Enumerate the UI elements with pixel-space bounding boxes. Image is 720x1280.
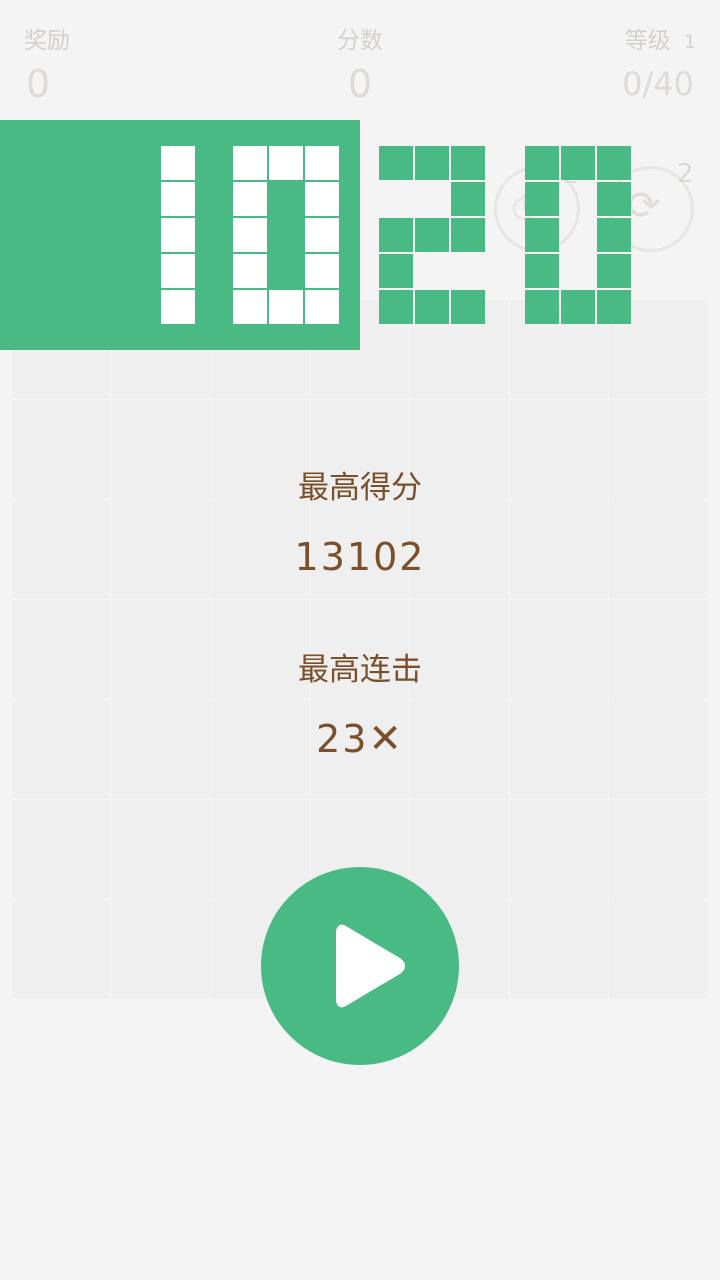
logo-pixel xyxy=(161,290,195,324)
logo-pixel xyxy=(233,218,267,252)
combo-multiplier-icon: ✕ xyxy=(368,716,404,762)
board-cell xyxy=(509,900,608,998)
logo-pixel xyxy=(451,182,485,216)
logo-pixel xyxy=(379,290,413,324)
logo-pixel xyxy=(451,290,485,324)
logo-pixel xyxy=(525,182,559,216)
logo-pixel xyxy=(415,146,449,180)
logo-pixel xyxy=(233,146,267,180)
play-button[interactable] xyxy=(261,867,459,1065)
logo-pixel xyxy=(597,290,631,324)
board-cell xyxy=(111,900,210,998)
logo-pixel xyxy=(379,146,413,180)
logo-pixel xyxy=(379,254,413,288)
best-combo-label: 最高连击 xyxy=(298,652,422,688)
board-cell xyxy=(609,900,707,998)
logo-pixel xyxy=(525,290,559,324)
logo-pixel xyxy=(305,254,339,288)
logo-pixel xyxy=(597,254,631,288)
board-cell xyxy=(509,800,608,898)
board-cell xyxy=(12,800,110,898)
best-combo-value: 23✕ xyxy=(0,716,720,762)
board-cell xyxy=(609,800,707,898)
logo-pixel xyxy=(415,290,449,324)
logo-pixel xyxy=(597,182,631,216)
logo-pixel xyxy=(305,146,339,180)
logo-pixel xyxy=(161,254,195,288)
logo-pixel xyxy=(525,254,559,288)
best-score-value: 13102 xyxy=(294,535,426,579)
logo-pixel xyxy=(379,218,413,252)
logo-pixel xyxy=(305,290,339,324)
logo-pixel xyxy=(597,218,631,252)
best-score-label: 最高得分 xyxy=(298,470,422,506)
logo-pixel xyxy=(525,218,559,252)
logo-pixel xyxy=(415,218,449,252)
logo-pixel xyxy=(269,290,303,324)
logo-pixel xyxy=(451,146,485,180)
logo-pixel xyxy=(451,218,485,252)
play-icon xyxy=(336,924,405,1008)
board-cell xyxy=(111,800,210,898)
logo-pixel xyxy=(305,218,339,252)
board-cell xyxy=(12,900,110,998)
logo-pixel xyxy=(269,146,303,180)
game-logo xyxy=(0,120,631,350)
logo-pixel xyxy=(525,146,559,180)
logo-pixel xyxy=(561,146,595,180)
logo-pixel xyxy=(161,182,195,216)
best-combo-number: 23 xyxy=(316,717,369,761)
logo-pixel xyxy=(161,218,195,252)
logo-pixel xyxy=(561,290,595,324)
logo-pixel xyxy=(597,146,631,180)
logo-pixel xyxy=(305,182,339,216)
logo-pixel xyxy=(233,182,267,216)
logo-pixel xyxy=(161,146,195,180)
logo-pixel xyxy=(233,290,267,324)
logo-pixel xyxy=(233,254,267,288)
